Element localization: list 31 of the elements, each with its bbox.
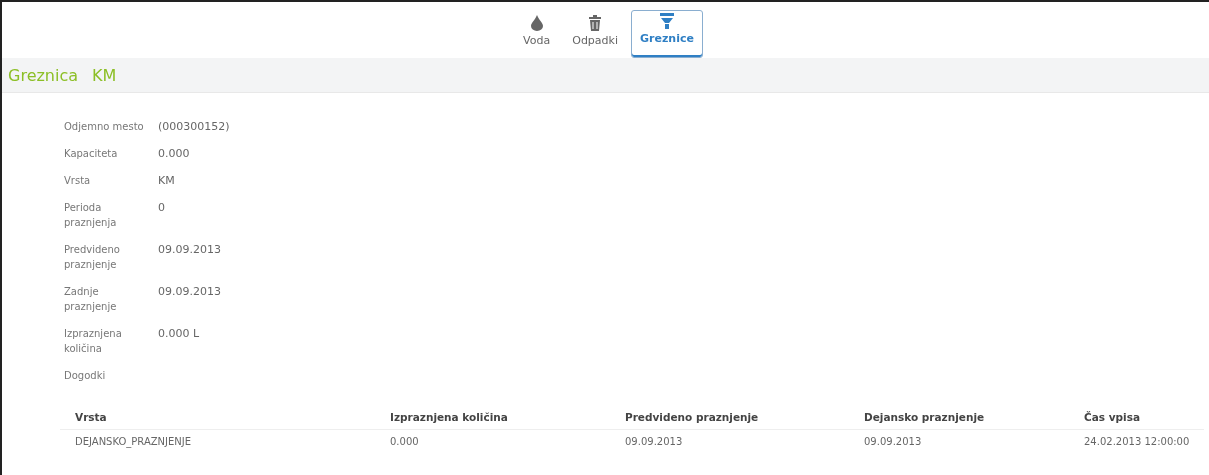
- field-label: Kapaciteta: [64, 147, 119, 161]
- tab[interactable]: Greznice: [631, 10, 703, 58]
- field-value: 0: [158, 200, 166, 216]
- field-label: Odjemno mesto: [64, 120, 145, 134]
- field-value: 0.000 L: [158, 326, 201, 342]
- table-cell-text: DEJANSKO_PRAZNJENJE: [74, 435, 193, 450]
- funnel-icon: [659, 13, 674, 29]
- field-value: 0.000: [158, 146, 191, 161]
- field-label: Perioda praznjenja: [64, 201, 118, 230]
- field-label: Dogodki: [64, 369, 107, 383]
- column-header: Čas vpisa: [1069, 405, 1204, 430]
- table-cell-text: 09.09.2013: [624, 435, 684, 449]
- record-type: KM: [92, 65, 117, 85]
- field-label: Vrsta: [64, 174, 92, 188]
- column-header: Izpraznjena količina: [375, 405, 610, 430]
- record-title: Greznica: [8, 65, 79, 85]
- field-value: KM: [158, 173, 176, 188]
- field-value: 09.09.2013: [158, 284, 222, 300]
- column-header: Predvideno praznjenje: [610, 405, 849, 430]
- field-label: Izpraznjena količina: [64, 327, 123, 356]
- field-label: Predvideno praznjenje: [64, 243, 121, 272]
- column-header: Vrsta: [60, 405, 375, 430]
- field-value: (000300152): [158, 119, 231, 134]
- drop-icon: [530, 15, 543, 31]
- table-cell-text: 24.02.2013 12:00:00: [1083, 435, 1191, 449]
- field-value: 09.09.2013: [158, 242, 222, 258]
- table-cell-text: 09.09.2013: [863, 435, 923, 449]
- field-label: Zadnje praznjenje: [64, 285, 118, 314]
- trash-icon: [589, 15, 602, 31]
- column-header: Dejansko praznjenje: [849, 405, 1069, 430]
- table-cell-text: 0.000: [389, 435, 420, 449]
